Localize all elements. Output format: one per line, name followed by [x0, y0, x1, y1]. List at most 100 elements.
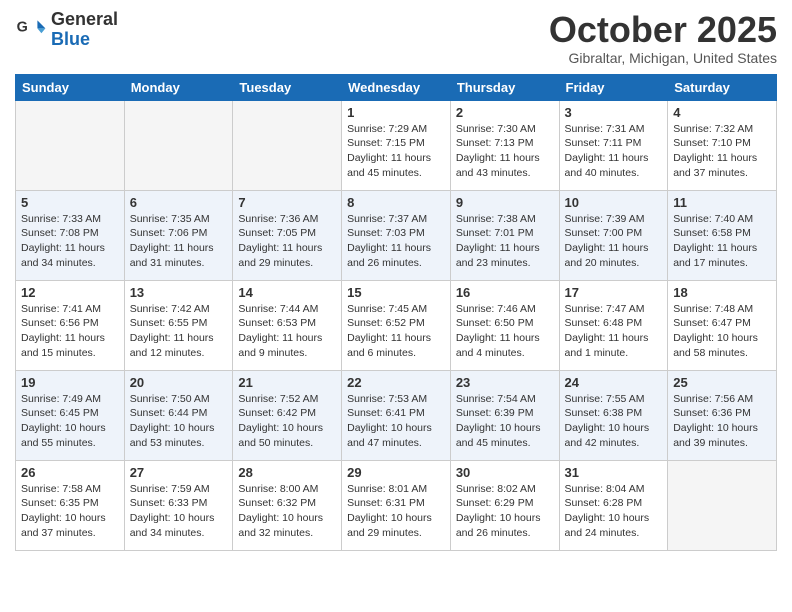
calendar-day: 4Sunrise: 7:32 AM Sunset: 7:10 PM Daylig… — [668, 100, 777, 190]
header: G General Blue October 2025 Gibraltar, M… — [15, 10, 777, 66]
day-number: 12 — [21, 285, 119, 300]
day-info: Sunrise: 7:49 AM Sunset: 6:45 PM Dayligh… — [21, 392, 119, 451]
weekday-header-friday: Friday — [559, 74, 668, 100]
day-info: Sunrise: 8:01 AM Sunset: 6:31 PM Dayligh… — [347, 482, 445, 541]
calendar-day: 27 Sunrise: 7:59 AM Sunset: 6:33 PM Dayli… — [124, 460, 233, 550]
day-number: 30 — [456, 465, 554, 480]
day-number: 14 — [238, 285, 336, 300]
day-info: Sunrise: 7:40 AM Sunset: 6:58 PM Dayligh… — [673, 212, 771, 271]
day-number: 31 — [565, 465, 663, 480]
calendar-day: 26 Sunrise: 7:58 AM Sunset: 6:35 PM Dayli… — [16, 460, 125, 550]
day-info: Sunrise: 7:36 AM Sunset: 7:05 PM Dayligh… — [238, 212, 336, 271]
calendar-day: 29 Sunrise: 8:01 AM Sunset: 6:31 PM Dayli… — [342, 460, 451, 550]
logo-icon: G — [15, 14, 47, 46]
calendar-day: 31 Sunrise: 8:04 AM Sunset: 6:28 PM Dayli… — [559, 460, 668, 550]
day-info: Sunrise: 7:52 AM Sunset: 6:42 PM Dayligh… — [238, 392, 336, 451]
day-number: 13 — [130, 285, 228, 300]
weekday-header-tuesday: Tuesday — [233, 74, 342, 100]
day-info: Sunrise: 7:42 AM Sunset: 6:55 PM Dayligh… — [130, 302, 228, 361]
day-number: 8 — [347, 195, 445, 210]
day-number: 3 — [565, 105, 663, 120]
day-info: Sunrise: 8:00 AM Sunset: 6:32 PM Dayligh… — [238, 482, 336, 541]
calendar-day: 1Sunrise: 7:29 AM Sunset: 7:15 PM Daylig… — [342, 100, 451, 190]
day-info: Sunrise: 7:46 AM Sunset: 6:50 PM Dayligh… — [456, 302, 554, 361]
day-info: Sunrise: 7:47 AM Sunset: 6:48 PM Dayligh… — [565, 302, 663, 361]
day-number: 9 — [456, 195, 554, 210]
day-info: Sunrise: 7:54 AM Sunset: 6:39 PM Dayligh… — [456, 392, 554, 451]
day-info: Sunrise: 7:30 AM Sunset: 7:13 PM Dayligh… — [456, 122, 554, 181]
day-number: 21 — [238, 375, 336, 390]
day-number: 11 — [673, 195, 771, 210]
weekday-header-monday: Monday — [124, 74, 233, 100]
day-info: Sunrise: 7:55 AM Sunset: 6:38 PM Dayligh… — [565, 392, 663, 451]
calendar-day — [16, 100, 125, 190]
day-number: 7 — [238, 195, 336, 210]
day-info: Sunrise: 7:38 AM Sunset: 7:01 PM Dayligh… — [456, 212, 554, 271]
day-number: 22 — [347, 375, 445, 390]
day-number: 4 — [673, 105, 771, 120]
day-number: 16 — [456, 285, 554, 300]
calendar-day: 30 Sunrise: 8:02 AM Sunset: 6:29 PM Dayli… — [450, 460, 559, 550]
day-info: Sunrise: 8:02 AM Sunset: 6:29 PM Dayligh… — [456, 482, 554, 541]
day-number: 19 — [21, 375, 119, 390]
calendar-day: 17Sunrise: 7:47 AM Sunset: 6:48 PM Dayli… — [559, 280, 668, 370]
calendar-day: 8 Sunrise: 7:37 AM Sunset: 7:03 PM Daylig… — [342, 190, 451, 280]
calendar-week-row: 5 Sunrise: 7:33 AM Sunset: 7:08 PM Daylig… — [16, 190, 777, 280]
weekday-header-wednesday: Wednesday — [342, 74, 451, 100]
weekday-header-thursday: Thursday — [450, 74, 559, 100]
day-number: 27 — [130, 465, 228, 480]
day-number: 26 — [21, 465, 119, 480]
calendar-week-row: 19 Sunrise: 7:49 AM Sunset: 6:45 PM Dayli… — [16, 370, 777, 460]
title-block: October 2025 Gibraltar, Michigan, United… — [549, 10, 777, 66]
day-info: Sunrise: 7:39 AM Sunset: 7:00 PM Dayligh… — [565, 212, 663, 271]
calendar-day: 9 Sunrise: 7:38 AM Sunset: 7:01 PM Daylig… — [450, 190, 559, 280]
calendar-day: 11 Sunrise: 7:40 AM Sunset: 6:58 PM Dayli… — [668, 190, 777, 280]
calendar-day: 12 Sunrise: 7:41 AM Sunset: 6:56 PM Dayli… — [16, 280, 125, 370]
day-number: 6 — [130, 195, 228, 210]
calendar-day: 6Sunrise: 7:35 AM Sunset: 7:06 PM Daylig… — [124, 190, 233, 280]
calendar-day: 23 Sunrise: 7:54 AM Sunset: 6:39 PM Dayli… — [450, 370, 559, 460]
day-info: Sunrise: 7:33 AM Sunset: 7:08 PM Dayligh… — [21, 212, 119, 271]
day-info: Sunrise: 7:37 AM Sunset: 7:03 PM Dayligh… — [347, 212, 445, 271]
day-number: 28 — [238, 465, 336, 480]
day-info: Sunrise: 7:58 AM Sunset: 6:35 PM Dayligh… — [21, 482, 119, 541]
calendar-table: SundayMondayTuesdayWednesdayThursdayFrid… — [15, 74, 777, 551]
day-info: Sunrise: 7:45 AM Sunset: 6:52 PM Dayligh… — [347, 302, 445, 361]
logo: G General Blue — [15, 10, 118, 50]
day-info: Sunrise: 7:53 AM Sunset: 6:41 PM Dayligh… — [347, 392, 445, 451]
calendar-day: 10 Sunrise: 7:39 AM Sunset: 7:00 PM Dayli… — [559, 190, 668, 280]
calendar-week-row: 26 Sunrise: 7:58 AM Sunset: 6:35 PM Dayli… — [16, 460, 777, 550]
calendar-day: 25Sunrise: 7:56 AM Sunset: 6:36 PM Dayli… — [668, 370, 777, 460]
subtitle: Gibraltar, Michigan, United States — [549, 50, 777, 66]
calendar-day: 14 Sunrise: 7:44 AM Sunset: 6:53 PM Dayli… — [233, 280, 342, 370]
calendar-day — [124, 100, 233, 190]
weekday-header-row: SundayMondayTuesdayWednesdayThursdayFrid… — [16, 74, 777, 100]
calendar-week-row: 1Sunrise: 7:29 AM Sunset: 7:15 PM Daylig… — [16, 100, 777, 190]
calendar-day: 20Sunrise: 7:50 AM Sunset: 6:44 PM Dayli… — [124, 370, 233, 460]
calendar-day: 13 Sunrise: 7:42 AM Sunset: 6:55 PM Dayli… — [124, 280, 233, 370]
day-number: 5 — [21, 195, 119, 210]
day-number: 23 — [456, 375, 554, 390]
calendar-day: 22 Sunrise: 7:53 AM Sunset: 6:41 PM Dayli… — [342, 370, 451, 460]
day-info: Sunrise: 7:31 AM Sunset: 7:11 PM Dayligh… — [565, 122, 663, 181]
calendar-day: 3 Sunrise: 7:31 AM Sunset: 7:11 PM Daylig… — [559, 100, 668, 190]
calendar-day: 7 Sunrise: 7:36 AM Sunset: 7:05 PM Daylig… — [233, 190, 342, 280]
day-number: 2 — [456, 105, 554, 120]
logo-text: General Blue — [51, 10, 118, 50]
day-info: Sunrise: 7:41 AM Sunset: 6:56 PM Dayligh… — [21, 302, 119, 361]
calendar-day: 2 Sunrise: 7:30 AM Sunset: 7:13 PM Daylig… — [450, 100, 559, 190]
calendar-day — [233, 100, 342, 190]
day-info: Sunrise: 7:44 AM Sunset: 6:53 PM Dayligh… — [238, 302, 336, 361]
calendar-day: 21 Sunrise: 7:52 AM Sunset: 6:42 PM Dayli… — [233, 370, 342, 460]
weekday-header-sunday: Sunday — [16, 74, 125, 100]
calendar-day: 16 Sunrise: 7:46 AM Sunset: 6:50 PM Dayli… — [450, 280, 559, 370]
month-title: October 2025 — [549, 10, 777, 50]
day-number: 29 — [347, 465, 445, 480]
day-info: Sunrise: 7:59 AM Sunset: 6:33 PM Dayligh… — [130, 482, 228, 541]
logo-blue-text: Blue — [51, 30, 118, 50]
calendar-day — [668, 460, 777, 550]
day-number: 18 — [673, 285, 771, 300]
day-number: 10 — [565, 195, 663, 210]
day-info: Sunrise: 8:04 AM Sunset: 6:28 PM Dayligh… — [565, 482, 663, 541]
day-info: Sunrise: 7:48 AM Sunset: 6:47 PM Dayligh… — [673, 302, 771, 361]
